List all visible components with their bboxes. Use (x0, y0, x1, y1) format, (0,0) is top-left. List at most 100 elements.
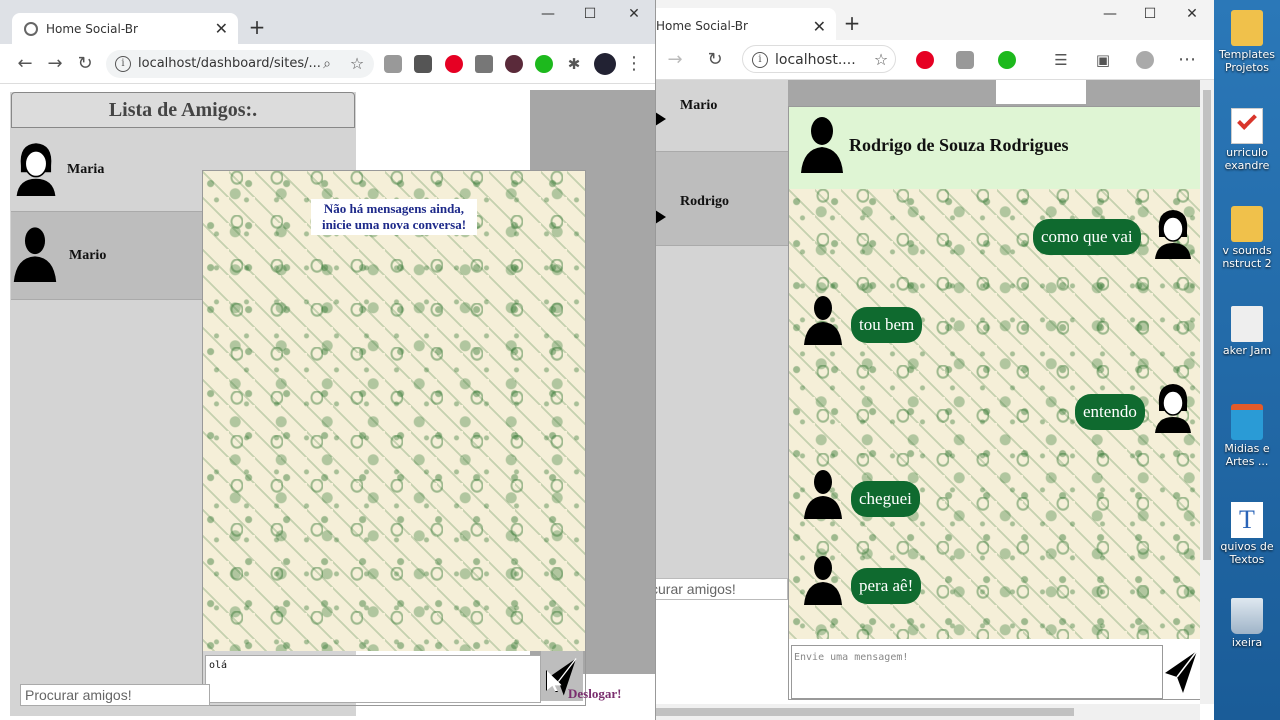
close-tab-icon[interactable]: ✕ (215, 19, 228, 38)
new-tab-button[interactable]: + (245, 16, 269, 40)
menu-more-icon[interactable]: ⋯ (1176, 49, 1198, 71)
close-window-icon[interactable]: ✕ (620, 6, 648, 26)
desktop-icon-label: v sounds nstruct 2 (1222, 244, 1272, 270)
file-icon (1231, 306, 1263, 342)
left-browser-window: Home Social-Br ✕ + — ☐ ✕ ← → ↻ i localho… (0, 0, 656, 720)
puzzle-extensions-icon[interactable]: ✱ (563, 53, 585, 75)
refresh-icon[interactable]: ↻ (74, 53, 96, 75)
male-avatar-icon (804, 296, 842, 345)
message-bubble: como que vai (1033, 219, 1141, 255)
desktop-icon-templates[interactable]: Templates Projetos (1214, 10, 1280, 86)
document-check-icon (1231, 108, 1263, 144)
message-input[interactable]: olá (205, 655, 541, 703)
chat-header: Rodrigo de Souza Rodrigues (789, 107, 1201, 189)
left-page: Lista de Amigos:. Maria Mario Não há men… (0, 84, 655, 720)
friend-item-mario[interactable]: Mario (640, 80, 788, 152)
browser-tab[interactable]: Home Social-Br ✕ (12, 13, 238, 44)
extension-icon[interactable] (414, 55, 432, 73)
female-avatar-icon (1155, 210, 1191, 259)
message-bubble: tou bem (851, 307, 923, 343)
horizontal-scrollbar[interactable] (640, 704, 1200, 720)
right-browser-window: Home Social-Br ✕ + — ☐ ✕ → ↻ i localhost… (640, 0, 1214, 720)
menu-more-icon[interactable]: ⋮ (623, 53, 645, 75)
folder-icon (1231, 10, 1263, 46)
browser-toolbar: → ↻ i localhost.... ☆ ☰ ▣ ⋯ (640, 40, 1214, 80)
url-text: localhost.... (775, 52, 856, 68)
shield-extension-icon[interactable] (956, 51, 974, 69)
logout-link[interactable]: Deslogar! (568, 686, 621, 702)
pinterest-icon[interactable] (916, 51, 934, 69)
female-avatar-icon (16, 143, 56, 196)
pinterest-icon[interactable] (445, 55, 463, 73)
browser-toolbar: ← → ↻ i localhost/dashboard/sites/... ⌕ … (0, 44, 655, 84)
desktop-icon-midias[interactable]: Midias e Artes ... (1214, 404, 1280, 480)
desktop-icon-label: aker Jam (1222, 344, 1272, 357)
chat-contact-name: Rodrigo de Souza Rodrigues (849, 135, 1069, 155)
friends-list-header: Lista de Amigos:. (11, 92, 355, 128)
globe-icon (24, 21, 38, 36)
female-avatar-icon (1155, 384, 1191, 433)
shield-extension-icon[interactable] (384, 55, 402, 73)
message-input[interactable]: Envie uma mensagem! (791, 645, 1163, 699)
desktop-icon-sounds[interactable]: v sounds nstruct 2 (1214, 206, 1280, 282)
favorites-list-icon[interactable]: ☰ (1050, 49, 1072, 71)
close-window-icon[interactable]: ✕ (1178, 6, 1206, 26)
friend-name: Mario (680, 98, 718, 113)
desktop-icon-label: Templates Projetos (1219, 48, 1275, 74)
profile-avatar-icon[interactable] (594, 53, 616, 75)
forward-icon[interactable]: → (664, 49, 686, 71)
minimize-icon[interactable]: — (1096, 6, 1124, 26)
minimize-icon[interactable]: — (534, 6, 562, 26)
collections-icon[interactable]: ▣ (1092, 49, 1114, 71)
green-extension-icon[interactable] (535, 55, 553, 73)
media-folder-icon (1231, 404, 1263, 440)
site-info-icon[interactable]: i (115, 56, 131, 72)
chat-panel: Rodrigo de Souza Rodrigues como que vai … (788, 106, 1202, 700)
desktop-icon-label: quivos de Textos (1220, 540, 1274, 566)
zoom-icon[interactable]: ⌕ (316, 53, 338, 75)
message-bubble: pera aê! (851, 568, 922, 604)
browser-tab[interactable]: Home Social-Br ✕ (640, 8, 836, 44)
desktop-icon-textos[interactable]: T quivos de Textos (1214, 502, 1280, 578)
camera-extension-icon[interactable] (475, 55, 493, 73)
friend-name: Rodrigo (680, 194, 729, 209)
tab-title: Home Social-Br (656, 19, 748, 33)
desktop-icon-makerjam[interactable]: aker Jam (1214, 306, 1280, 382)
recycle-bin-icon (1231, 598, 1263, 634)
desktop-icon-label: Midias e Artes ... (1224, 442, 1270, 468)
bookmark-star-icon[interactable]: ☆ (346, 53, 368, 75)
empty-chat-message: Não há mensagens ainda, inicie uma nova … (311, 199, 477, 235)
friend-name: Maria (67, 162, 105, 177)
friend-search-input[interactable]: Procurar amigos! (20, 684, 210, 706)
friend-search-input[interactable]: curar amigos! (640, 578, 788, 600)
male-avatar-icon (13, 227, 57, 282)
profile-avatar-icon[interactable] (1136, 51, 1154, 69)
maximize-icon[interactable]: ☐ (1136, 6, 1164, 26)
maximize-icon[interactable]: ☐ (576, 6, 604, 26)
send-icon[interactable] (1163, 647, 1199, 697)
desktop-icon-curriculo[interactable]: urriculo exandre (1214, 108, 1280, 184)
chat-popup: Não há mensagens ainda, inicie uma nova … (202, 170, 586, 706)
close-tab-icon[interactable]: ✕ (813, 17, 826, 36)
k-extension-icon[interactable] (505, 55, 523, 73)
friend-name: Mario (69, 248, 107, 263)
scrollbar-thumb[interactable] (644, 708, 1074, 716)
chat-messages-area (203, 171, 585, 651)
male-avatar-icon (804, 470, 842, 519)
scrollbar-thumb[interactable] (1203, 90, 1211, 560)
title-bar: Home Social-Br ✕ + — ☐ ✕ (0, 0, 655, 44)
tab-title: Home Social-Br (46, 21, 138, 36)
site-info-icon[interactable]: i (752, 52, 768, 68)
back-icon[interactable]: ← (14, 53, 36, 75)
forward-icon[interactable]: → (44, 53, 66, 75)
favorite-star-icon[interactable]: ☆ (870, 49, 892, 71)
friend-item-rodrigo[interactable]: Rodrigo (640, 152, 788, 246)
green-extension-icon[interactable] (998, 51, 1016, 69)
desktop-icon-label: urriculo exandre (1224, 146, 1270, 172)
new-tab-button[interactable]: + (840, 12, 864, 36)
refresh-icon[interactable]: ↻ (704, 49, 726, 71)
right-page: Mario Rodrigo curar amigos! Rodrigo de S… (640, 80, 1214, 720)
vertical-scrollbar[interactable] (1200, 80, 1214, 704)
desktop-icon-lixeira[interactable]: ixeira (1214, 598, 1280, 674)
white-strip (996, 80, 1086, 104)
